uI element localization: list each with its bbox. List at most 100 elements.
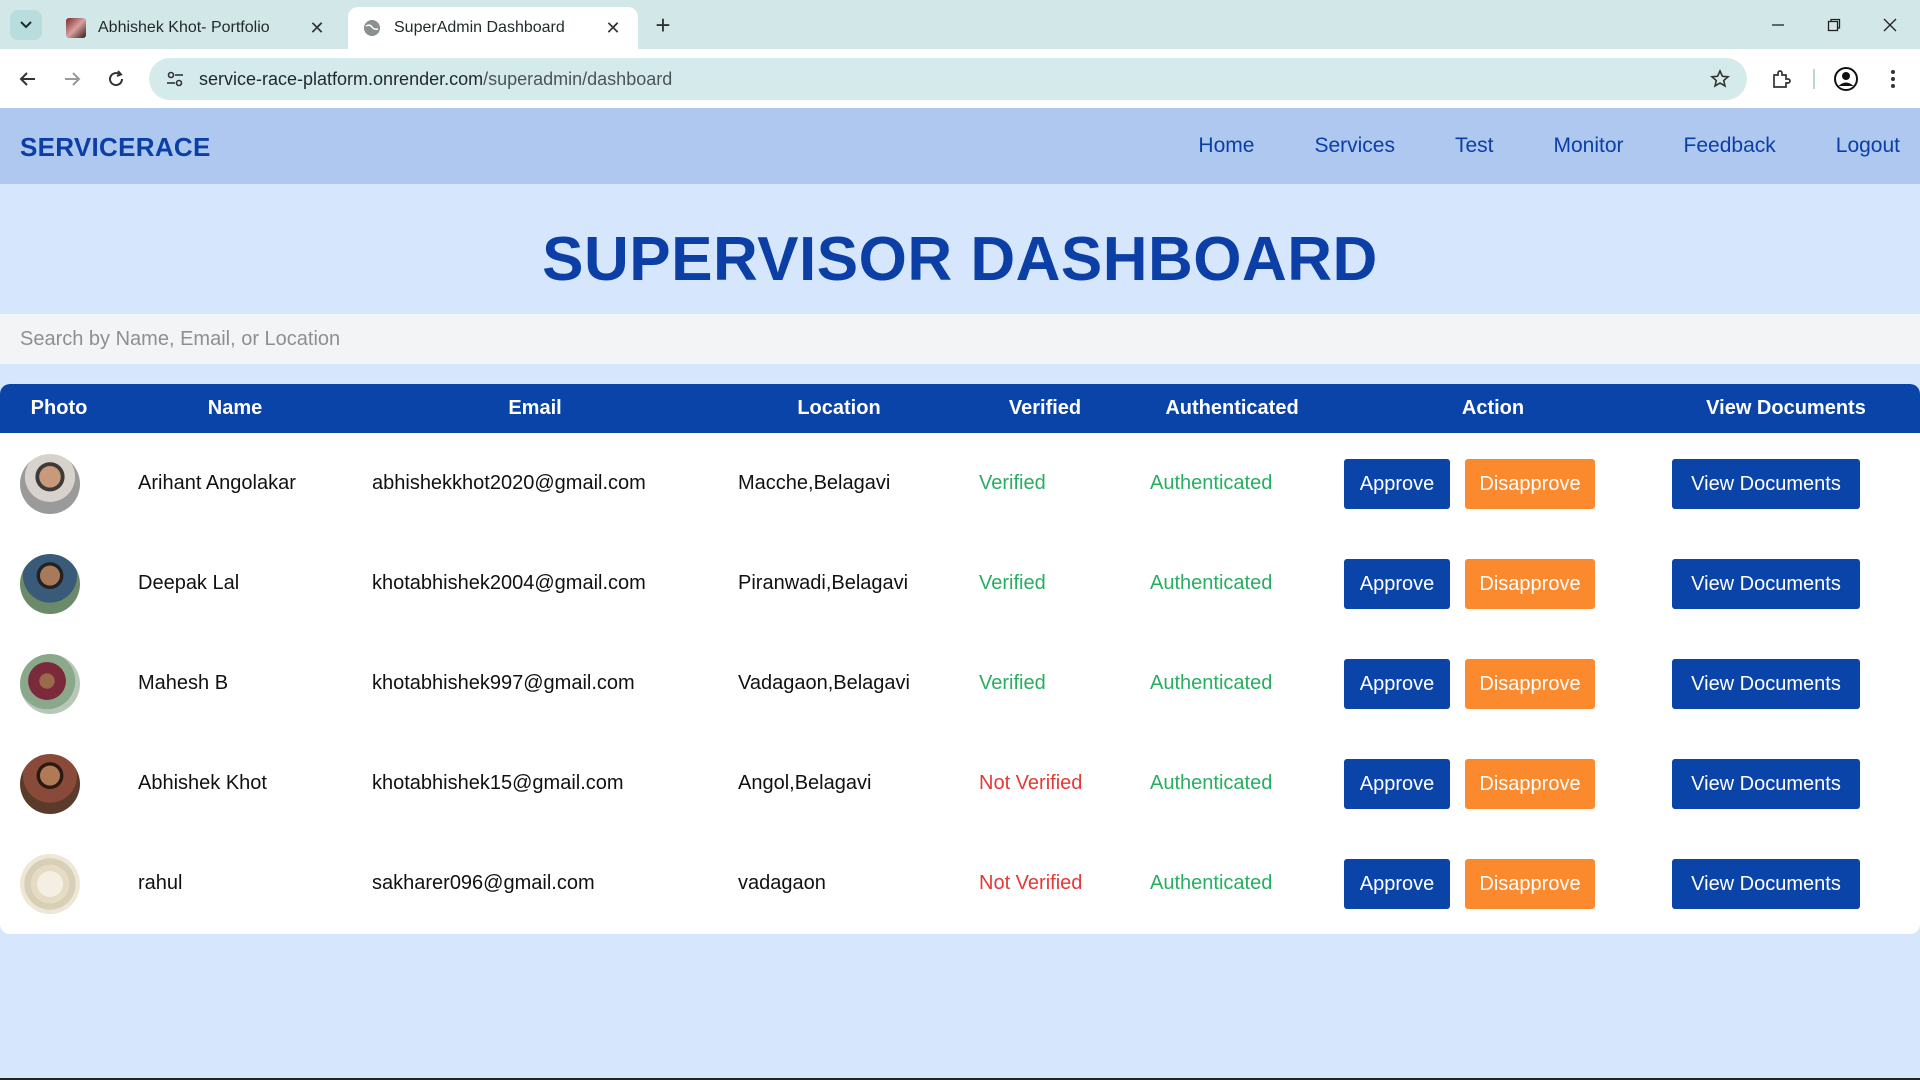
view-documents-button[interactable]: View Documents [1672, 759, 1860, 809]
reload-icon[interactable] [100, 63, 132, 95]
disapprove-button[interactable]: Disapprove [1465, 759, 1595, 809]
tab-title: Abhishek Khot- Portfolio [98, 19, 270, 36]
table-header: Photo Name Email Location Verified Authe… [0, 384, 1920, 433]
cell-location: Angol,Belagavi [738, 772, 872, 794]
view-documents-button[interactable]: View Documents [1672, 459, 1860, 509]
cell-email: khotabhishek15@gmail.com [372, 772, 624, 794]
restore-icon[interactable] [1814, 10, 1854, 40]
cell-authenticated-status: Authenticated [1150, 672, 1273, 694]
minimize-icon[interactable] [1758, 10, 1798, 40]
cell-authenticated-status: Authenticated [1150, 772, 1273, 794]
approve-button[interactable]: Approve [1344, 559, 1450, 609]
cell-verified-status: Verified [979, 572, 1046, 594]
approve-button[interactable]: Approve [1344, 759, 1450, 809]
supervisor-table: Photo Name Email Location Verified Authe… [0, 384, 1920, 934]
avatar [20, 754, 80, 814]
close-icon[interactable]: ✕ [306, 17, 328, 39]
nav-feedback[interactable]: Feedback [1684, 134, 1776, 158]
menu-kebab-icon[interactable] [1877, 63, 1909, 95]
header-authenticated: Authenticated [1165, 397, 1299, 419]
avatar [20, 654, 80, 714]
header-name: Name [207, 397, 263, 419]
avatar [20, 454, 80, 514]
cell-authenticated-status: Authenticated [1150, 872, 1273, 894]
site-info-icon[interactable] [157, 61, 193, 97]
extensions-puzzle-icon[interactable] [1765, 63, 1797, 95]
tab-title: SuperAdmin Dashboard [394, 19, 565, 36]
new-tab-plus-icon[interactable]: + [650, 10, 676, 40]
view-documents-button[interactable]: View Documents [1672, 859, 1860, 909]
toolbar-separator [1813, 69, 1815, 89]
cell-authenticated-status: Authenticated [1150, 572, 1273, 594]
approve-button[interactable]: Approve [1344, 459, 1450, 509]
cell-name: Deepak Lal [138, 572, 240, 594]
disapprove-button[interactable]: Disapprove [1465, 659, 1595, 709]
header-location: Location [797, 397, 881, 419]
tab-search-button[interactable] [10, 10, 42, 40]
nav-links: Home Services Test Monitor Feedback Logo… [1138, 134, 1900, 158]
app-navbar: SERVICERACE Home Services Test Monitor F… [0, 108, 1920, 184]
page-title: SUPERVISOR DASHBOARD [542, 225, 1378, 294]
browser-toolbar: service-race-platform.onrender.com/super… [0, 49, 1920, 108]
back-arrow-icon[interactable] [12, 63, 44, 95]
nav-services[interactable]: Services [1314, 134, 1395, 158]
search-input[interactable] [0, 314, 1920, 364]
bookmark-star-icon[interactable] [1707, 66, 1733, 92]
url-host: service-race-platform.onrender.com [199, 68, 484, 89]
brand-logo[interactable]: SERVICERACE [20, 132, 211, 163]
table-row: Mahesh B khotabhishek997@gmail.com Vadag… [0, 633, 1920, 733]
nav-test[interactable]: Test [1455, 134, 1494, 158]
browser-tab-bar: Abhishek Khot- Portfolio ✕ SuperAdmin Da… [0, 0, 1920, 49]
header-email: Email [508, 397, 562, 419]
cell-email: sakharer096@gmail.com [372, 872, 595, 894]
table-row: Arihant Angolakar abhishekkhot2020@gmail… [0, 433, 1920, 533]
cell-verified-status: Verified [979, 672, 1046, 694]
disapprove-button[interactable]: Disapprove [1465, 559, 1595, 609]
disapprove-button[interactable]: Disapprove [1465, 859, 1595, 909]
address-bar[interactable]: service-race-platform.onrender.com/super… [149, 58, 1747, 100]
cell-location: Macche,Belagavi [738, 472, 891, 494]
cell-location: vadagaon [738, 872, 826, 894]
cell-email: khotabhishek997@gmail.com [372, 672, 635, 694]
header-photo: Photo [30, 397, 88, 419]
table-row: rahul sakharer096@gmail.com vadagaon Not… [0, 833, 1920, 933]
portfolio-favicon-icon [66, 18, 86, 38]
cell-verified-status: Not Verified [979, 772, 1083, 794]
cell-verified-status: Not Verified [979, 872, 1083, 894]
globe-icon [364, 20, 380, 36]
tab-portfolio[interactable]: Abhishek Khot- Portfolio ✕ [52, 7, 342, 49]
chevron-down-icon [20, 21, 32, 29]
window-close-icon[interactable] [1870, 10, 1910, 40]
table-row: Deepak Lal khotabhishek2004@gmail.com Pi… [0, 533, 1920, 633]
cell-location: Vadagaon,Belagavi [738, 672, 910, 694]
cell-email: khotabhishek2004@gmail.com [372, 572, 646, 594]
url-path: /superadmin/dashboard [483, 68, 673, 89]
cell-name: Arihant Angolakar [138, 472, 296, 494]
header-action: Action [1461, 397, 1525, 419]
header-view-documents: View Documents [1706, 397, 1866, 419]
cell-name: Mahesh B [138, 672, 229, 694]
cell-name: rahul [138, 872, 183, 894]
profile-avatar-icon[interactable] [1830, 63, 1862, 95]
cell-email: abhishekkhot2020@gmail.com [372, 472, 646, 494]
cell-authenticated-status: Authenticated [1150, 472, 1273, 494]
forward-arrow-icon[interactable] [56, 63, 88, 95]
close-icon[interactable]: ✕ [602, 17, 624, 39]
url-text: service-race-platform.onrender.com/super… [199, 69, 672, 90]
view-documents-button[interactable]: View Documents [1672, 659, 1860, 709]
avatar [20, 554, 80, 614]
cell-verified-status: Verified [979, 472, 1046, 494]
approve-button[interactable]: Approve [1344, 659, 1450, 709]
table-row: Abhishek Khot khotabhishek15@gmail.com A… [0, 733, 1920, 833]
nav-logout[interactable]: Logout [1836, 134, 1900, 158]
nav-home[interactable]: Home [1198, 134, 1254, 158]
avatar [20, 854, 80, 914]
header-verified: Verified [1008, 397, 1082, 419]
approve-button[interactable]: Approve [1344, 859, 1450, 909]
nav-monitor[interactable]: Monitor [1554, 134, 1624, 158]
cell-name: Abhishek Khot [138, 772, 267, 794]
disapprove-button[interactable]: Disapprove [1465, 459, 1595, 509]
cell-location: Piranwadi,Belagavi [738, 572, 909, 594]
tab-superadmin-dashboard[interactable]: SuperAdmin Dashboard ✕ [348, 7, 638, 49]
view-documents-button[interactable]: View Documents [1672, 559, 1860, 609]
